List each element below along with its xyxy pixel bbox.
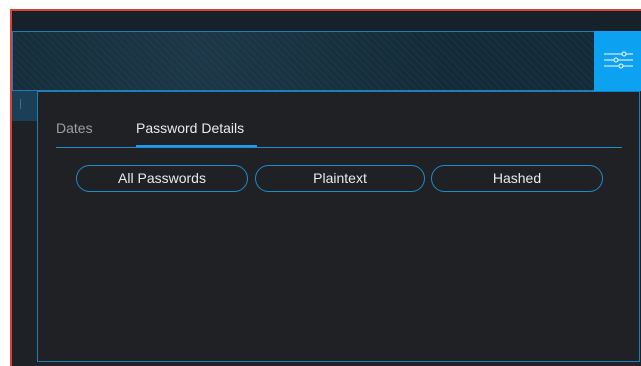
tab-dates[interactable]: Dates: [56, 120, 93, 136]
top-strip: [12, 11, 641, 31]
plaintext-filter-button[interactable]: Plaintext: [255, 165, 425, 192]
active-tab-indicator: [136, 145, 257, 147]
sub-toolbar-strip: [12, 91, 38, 121]
all-passwords-filter-button[interactable]: All Passwords: [76, 165, 248, 192]
hashed-filter-button[interactable]: Hashed: [431, 165, 603, 192]
tab-password-details[interactable]: Password Details: [136, 120, 244, 136]
sliders-icon: [604, 51, 633, 69]
screenshot-frame: Dates Password Details All Passwords Pla…: [0, 0, 641, 366]
app-window: Dates Password Details All Passwords Pla…: [10, 9, 641, 366]
filter-panel: Dates Password Details All Passwords Pla…: [37, 91, 640, 362]
header-banner: [12, 31, 641, 91]
sub-toolbar-marker: [20, 99, 21, 109]
tab-bar: Dates Password Details: [56, 92, 622, 148]
filter-settings-button[interactable]: [594, 31, 641, 91]
